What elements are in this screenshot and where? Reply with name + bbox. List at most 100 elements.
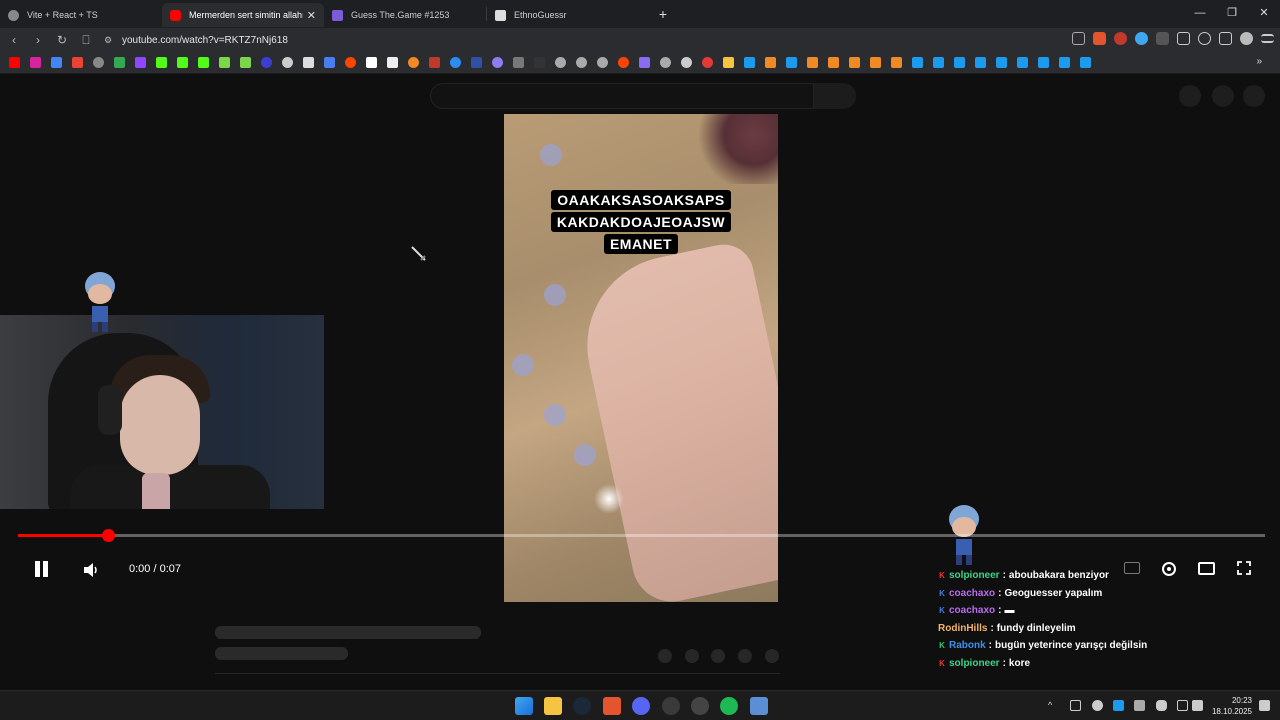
bookmark-orange-icon[interactable] xyxy=(870,57,881,68)
bookmark-steam-icon[interactable] xyxy=(912,57,923,68)
bookmark-k-icon[interactable] xyxy=(534,57,545,68)
bookmark-steam-icon[interactable] xyxy=(954,57,965,68)
tray-app-icon[interactable] xyxy=(1134,700,1145,711)
bookmark-steam-icon[interactable] xyxy=(744,57,755,68)
tray-chevron-icon[interactable]: ^ xyxy=(1048,700,1059,711)
bookmark-reddit-icon[interactable] xyxy=(618,57,629,68)
bookmark-steam-icon[interactable] xyxy=(1080,57,1091,68)
bookmark-orange-icon[interactable] xyxy=(828,57,839,68)
speaker-icon[interactable] xyxy=(1192,700,1203,711)
bookmark-translate-icon[interactable] xyxy=(51,57,62,68)
bookmark-discord-icon[interactable] xyxy=(282,57,293,68)
bookmark-orange-icon[interactable] xyxy=(408,57,419,68)
reload-icon[interactable]: ↻ xyxy=(52,33,72,47)
search-button[interactable] xyxy=(814,83,856,109)
new-tab-button[interactable]: + xyxy=(649,6,677,22)
brave-icon[interactable] xyxy=(603,697,621,715)
pause-icon[interactable] xyxy=(30,558,52,580)
bookmark-steam-icon[interactable] xyxy=(933,57,944,68)
forward-icon[interactable]: › xyxy=(28,33,48,47)
bookmark-gray-icon[interactable] xyxy=(513,57,524,68)
bookmark-x-icon[interactable] xyxy=(303,57,314,68)
bookmark-amazon-icon[interactable] xyxy=(387,57,398,68)
notification-icon[interactable] xyxy=(1259,700,1270,711)
sidebar-icon[interactable] xyxy=(1219,32,1232,45)
chat-username[interactable]: solpioneer xyxy=(949,658,1000,669)
bookmark-orange-icon[interactable] xyxy=(765,57,776,68)
bookmarks-overflow-icon[interactable]: » xyxy=(1256,56,1262,67)
bookmark-kick-icon[interactable] xyxy=(156,57,167,68)
bookmark-red-icon[interactable] xyxy=(429,57,440,68)
rewards-icon[interactable] xyxy=(1114,32,1127,45)
bookmark-steam-icon[interactable] xyxy=(786,57,797,68)
bookmark-globe-icon[interactable] xyxy=(576,57,587,68)
progress-scrubber[interactable] xyxy=(102,529,115,542)
chat-username[interactable]: RodinHills xyxy=(938,623,987,634)
bookmark-red-dot-icon[interactable] xyxy=(702,57,713,68)
bookmark-steam-icon[interactable] xyxy=(1038,57,1049,68)
bookmark-orange-icon[interactable] xyxy=(891,57,902,68)
bookmark-mal-icon[interactable] xyxy=(471,57,482,68)
bookmark-instagram-icon[interactable] xyxy=(30,57,41,68)
fullscreen-icon[interactable] xyxy=(1236,560,1252,576)
bookmark-gmail-icon[interactable] xyxy=(72,57,83,68)
bookmark-globe-icon[interactable] xyxy=(597,57,608,68)
bookmark-globe-icon[interactable] xyxy=(660,57,671,68)
bookmark-anchor-icon[interactable] xyxy=(261,57,272,68)
screenshot-icon[interactable] xyxy=(1177,32,1190,45)
bookmark-kick-icon[interactable] xyxy=(177,57,188,68)
video-frame[interactable]: OAAKAKSASOAKSAPS KAKDAKDOAJEOAJSW EMANET xyxy=(504,114,778,602)
tray-app-icon[interactable] xyxy=(1092,700,1103,711)
bookmark-icon[interactable]: ⎕ xyxy=(76,33,96,48)
music-icon[interactable] xyxy=(1240,32,1253,45)
chat-username[interactable]: coachaxo xyxy=(949,588,995,599)
bookmark-steam-icon[interactable] xyxy=(1017,57,1028,68)
bookmark-blue-icon[interactable] xyxy=(324,57,335,68)
bookmark-steam-icon[interactable] xyxy=(1059,57,1070,68)
bookmark-kick-icon[interactable] xyxy=(198,57,209,68)
bookmark-drive-icon[interactable] xyxy=(114,57,125,68)
bookmark-youtube-icon[interactable] xyxy=(9,57,20,68)
steam-icon[interactable] xyxy=(573,697,591,715)
notifications-icon[interactable] xyxy=(1212,85,1234,107)
brave-shield-icon[interactable] xyxy=(1093,32,1106,45)
chat-username[interactable]: solpioneer xyxy=(949,570,1000,581)
menu-icon[interactable] xyxy=(1261,34,1274,43)
bookmark-globe-icon[interactable] xyxy=(93,57,104,68)
maximize-button[interactable]: ❐ xyxy=(1216,0,1248,28)
chat-username[interactable]: coachaxo xyxy=(949,605,995,616)
bookmark-play-icon[interactable] xyxy=(450,57,461,68)
bookmark-globe-icon[interactable] xyxy=(555,57,566,68)
minimize-button[interactable]: — xyxy=(1184,0,1216,28)
address-bar[interactable]: ⚙ youtube.com/watch?v=RKTZ7nNj618 xyxy=(104,30,1074,50)
chat-username[interactable]: Rabonk xyxy=(949,640,986,651)
progress-bar[interactable] xyxy=(18,529,1265,542)
tab-guess-the-game[interactable]: Guess The.Game #1253 xyxy=(324,3,486,27)
bookmark-star-icon[interactable] xyxy=(240,57,251,68)
back-icon[interactable]: ‹ xyxy=(4,33,24,47)
bookmark-feather-icon[interactable] xyxy=(639,57,650,68)
tab-youtube[interactable]: Mermerden sert simitin allahı ✕ xyxy=(162,3,324,27)
app-icon[interactable] xyxy=(691,697,709,715)
volume-icon[interactable] xyxy=(80,559,102,581)
bookmark-purple-icon[interactable] xyxy=(492,57,503,68)
bookmark-folder-icon[interactable] xyxy=(723,57,734,68)
close-window-button[interactable]: ✕ xyxy=(1248,0,1280,28)
tray-steam-icon[interactable] xyxy=(1113,700,1124,711)
close-tab-icon[interactable]: ✕ xyxy=(307,9,316,22)
bookmark-steam-icon[interactable] xyxy=(975,57,986,68)
site-settings-icon[interactable]: ⚙ xyxy=(104,35,122,46)
bookmark-orange-icon[interactable] xyxy=(849,57,860,68)
discord-icon[interactable] xyxy=(632,697,650,715)
system-clock[interactable]: 20:23 18.10.2025 xyxy=(1212,695,1252,717)
avatar[interactable] xyxy=(1243,85,1265,107)
spotify-icon[interactable] xyxy=(720,697,738,715)
bookmark-orange-icon[interactable] xyxy=(807,57,818,68)
start-icon[interactable] xyxy=(515,697,533,715)
share-icon[interactable] xyxy=(1072,32,1085,45)
extension-icon[interactable] xyxy=(1156,32,1169,45)
extensions-icon[interactable] xyxy=(1198,32,1211,45)
create-icon[interactable] xyxy=(1179,85,1201,107)
bookmark-star-icon[interactable] xyxy=(219,57,230,68)
file-explorer-icon[interactable] xyxy=(544,697,562,715)
